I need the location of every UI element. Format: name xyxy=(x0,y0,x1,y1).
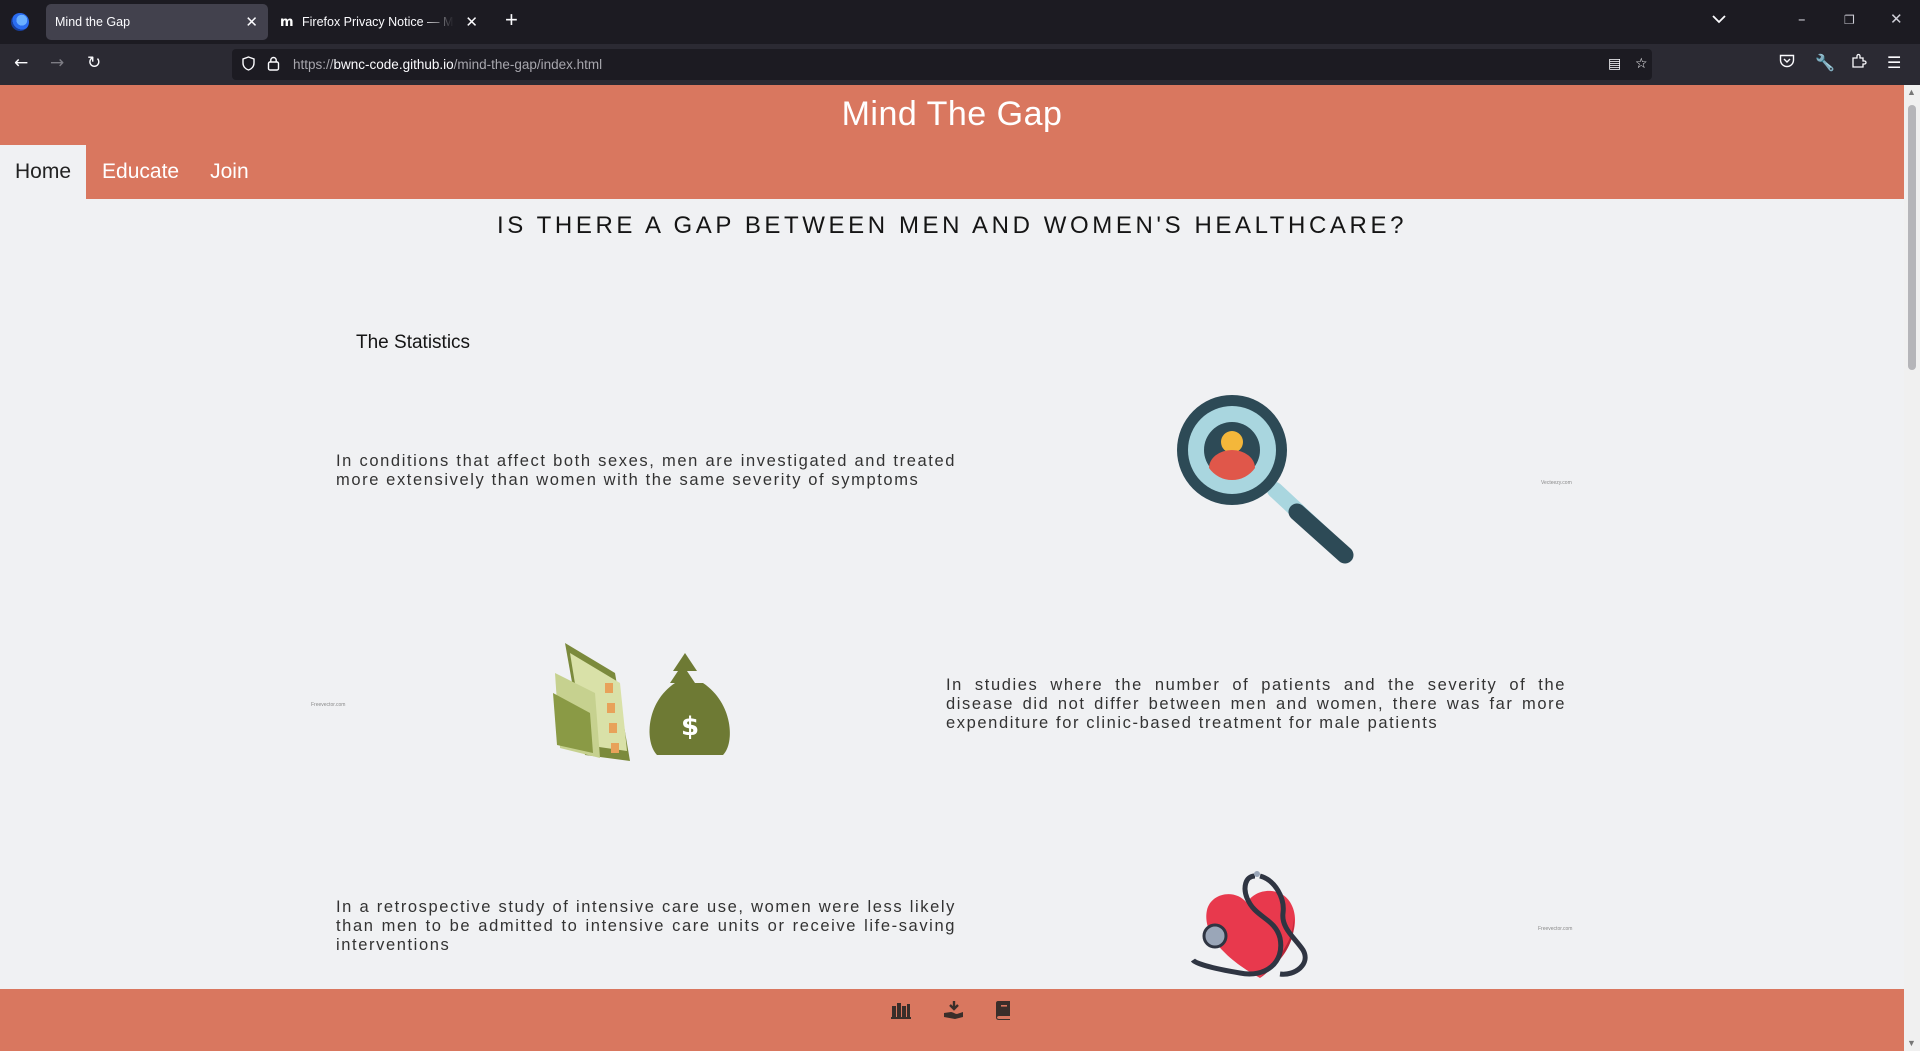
page-scrollbar[interactable]: ▲ ▼ xyxy=(1904,85,1920,1051)
magnifier-person-icon xyxy=(1177,395,1354,564)
money-bag-icon: $ xyxy=(553,643,730,761)
browser-tab-bar: Mind the Gap ✕ m Firefox Privacy Notice … xyxy=(0,0,1920,44)
tracking-protection-shield-icon[interactable] xyxy=(242,56,255,71)
url-domain: bwnc-code.github.io xyxy=(333,57,454,72)
statistic-text: In conditions that affect both sexes, me… xyxy=(336,452,956,489)
close-tab-icon[interactable]: ✕ xyxy=(465,13,478,31)
tab-title: Firefox Privacy Notice — Mozilla xyxy=(302,15,454,29)
section-title: The Statistics xyxy=(356,332,471,353)
mozilla-favicon-icon: m xyxy=(280,15,294,30)
url-path: /mind-the-gap/index.html xyxy=(453,57,603,72)
restore-window-icon[interactable]: ❐ xyxy=(1844,13,1855,27)
pocket-icon[interactable] xyxy=(1779,53,1795,72)
scroll-up-arrow-icon[interactable]: ▲ xyxy=(1907,87,1916,97)
tab-firefox-privacy-notice[interactable]: m Firefox Privacy Notice — Mozilla ✕ xyxy=(272,4,488,40)
page-headline: IS THERE A GAP BETWEEN MEN AND WOMEN'S H… xyxy=(496,212,1408,239)
url-text[interactable]: https://bwnc-code.github.io/mind-the-gap… xyxy=(293,57,602,72)
nav-educate[interactable]: Educate xyxy=(86,145,195,199)
site-footer xyxy=(0,989,1904,1051)
app-menu-hamburger-icon[interactable]: ☰ xyxy=(1887,53,1901,72)
heart-stethoscope-icon xyxy=(1190,871,1308,978)
new-tab-button[interactable]: + xyxy=(505,7,518,33)
firefox-logo-icon[interactable] xyxy=(11,13,29,31)
statistic-text: In a retrospective study of intensive ca… xyxy=(336,898,956,954)
url-bar[interactable]: https://bwnc-code.github.io/mind-the-gap… xyxy=(232,49,1652,80)
svg-text:$: $ xyxy=(681,712,699,742)
close-tab-icon[interactable]: ✕ xyxy=(245,13,258,31)
tab-title: Mind the Gap xyxy=(55,15,131,29)
url-scheme: https:// xyxy=(293,57,334,72)
browser-nav-bar: ← → ↻ https://bwnc-code.github.io/mind-t… xyxy=(0,44,1920,85)
lock-icon[interactable] xyxy=(267,56,280,71)
library-icon[interactable] xyxy=(890,999,912,1021)
forward-arrow-icon[interactable]: → xyxy=(50,53,64,73)
close-window-icon[interactable]: ✕ xyxy=(1890,10,1903,28)
developer-tools-wrench-icon[interactable]: 🔧 xyxy=(1815,53,1835,72)
scrollbar-thumb[interactable] xyxy=(1908,105,1916,370)
web-page: Mind The Gap Home Educate Join IS THERE … xyxy=(0,85,1904,1051)
donate-icon[interactable] xyxy=(943,999,965,1021)
image-credit: Vecteezy.com xyxy=(1541,480,1572,486)
reader-view-icon[interactable]: ▤ xyxy=(1608,56,1621,72)
book-icon[interactable] xyxy=(993,999,1015,1021)
image-credit: Freevector.com xyxy=(1538,926,1573,932)
list-all-tabs-chevron-icon[interactable] xyxy=(1712,11,1726,27)
bookmark-star-icon[interactable]: ☆ xyxy=(1635,56,1648,72)
back-arrow-icon[interactable]: ← xyxy=(14,53,28,73)
image-credit: Freevector.com xyxy=(311,702,346,708)
site-nav-menu: Home Educate Join xyxy=(0,145,264,199)
tab-mind-the-gap[interactable]: Mind the Gap ✕ xyxy=(46,4,268,40)
statistic-text: In studies where the number of patients … xyxy=(946,676,1566,732)
scroll-down-arrow-icon[interactable]: ▼ xyxy=(1907,1038,1916,1048)
site-title: Mind The Gap xyxy=(841,95,1063,133)
site-header: Mind The Gap Home Educate Join xyxy=(0,85,1904,199)
minimize-window-icon[interactable]: – xyxy=(1798,10,1806,28)
nav-join[interactable]: Join xyxy=(195,145,264,199)
extensions-puzzle-icon[interactable] xyxy=(1851,53,1867,73)
nav-home[interactable]: Home xyxy=(0,145,87,199)
reload-icon[interactable]: ↻ xyxy=(87,53,101,73)
